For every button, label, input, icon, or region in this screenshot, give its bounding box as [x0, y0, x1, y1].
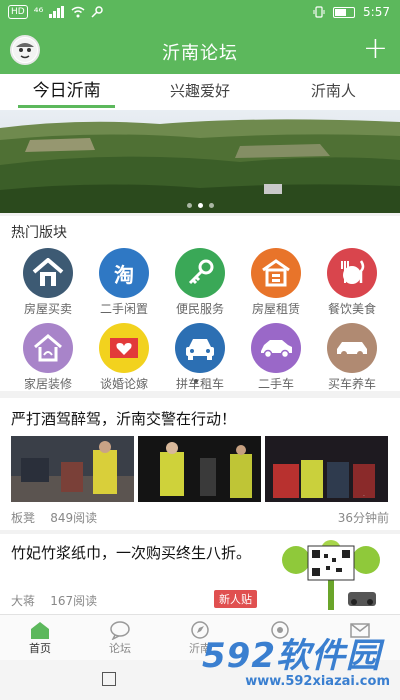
recent-apps-icon[interactable]	[102, 672, 116, 686]
nav-label: 论坛	[109, 642, 131, 655]
post-author: 板凳	[11, 511, 36, 525]
tao-icon: 淘	[99, 248, 149, 298]
post-photo: ·	[265, 436, 388, 502]
post-thumbnail	[276, 540, 386, 610]
sections-pager	[0, 379, 400, 383]
post-views: 167阅读	[50, 594, 98, 608]
section-label: 家居装修	[23, 377, 72, 391]
wifi-icon	[71, 6, 85, 18]
section-label: 二手闲置	[99, 302, 148, 316]
banner-dots	[0, 203, 400, 208]
car-care-icon	[327, 323, 377, 373]
section-label: 买车养车	[327, 377, 376, 391]
banner-dot	[186, 203, 192, 208]
status-left: HD ⁴⁶	[8, 5, 104, 19]
section-label: 餐饮美食	[327, 302, 376, 316]
home-icon	[31, 622, 49, 639]
new-post-badge: 新人贴	[214, 590, 257, 608]
app-title: 沂南论坛	[162, 43, 238, 64]
post-photo	[138, 436, 261, 502]
banner-landscape-image	[0, 110, 400, 213]
key-status-icon	[91, 6, 104, 18]
pager-dot-active	[193, 379, 198, 383]
status-right: 5:57	[313, 5, 390, 19]
section-house-sale[interactable]: 房屋买卖	[10, 248, 86, 317]
car-front-icon	[175, 323, 225, 373]
top-tabs: 今日沂南 兴趣爱好 沂南人	[0, 74, 400, 110]
hot-sections: 热门版块 房屋买卖 淘 二手闲置 便民服务 房屋租赁 餐饮美食 家居装修 谈婚论…	[0, 216, 400, 391]
watermark: 592软件园 www.592xiazai.com	[198, 628, 398, 698]
hd-badge: HD	[8, 5, 28, 19]
wedding-icon	[99, 323, 149, 373]
section-rental[interactable]: 房屋租赁	[238, 248, 314, 317]
watermark-logo: 592软件园	[202, 636, 381, 676]
pager-dot	[202, 379, 207, 383]
status-bar: HD ⁴⁶ 5:57	[0, 0, 400, 26]
post-title: 严打酒驾醉驾，沂南交警在行动！	[11, 410, 237, 428]
home-decor-icon	[23, 323, 73, 373]
tab-yinan-people[interactable]: 沂南人	[267, 74, 400, 110]
dining-icon	[327, 248, 377, 298]
plus-icon[interactable]: +	[363, 32, 388, 66]
section-dining[interactable]: 餐饮美食	[314, 248, 390, 317]
section-label: 拼车租车	[175, 377, 224, 391]
section-second-hand[interactable]: 淘 二手闲置	[86, 248, 162, 317]
banner-carousel[interactable]	[0, 110, 400, 213]
house-rent-icon	[251, 248, 301, 298]
network-badge: ⁴⁶	[33, 5, 44, 19]
tab-today-yinan[interactable]: 今日沂南	[0, 74, 133, 110]
battery-icon	[333, 6, 356, 18]
post-views: 849阅读	[50, 511, 98, 525]
post-photos: ·	[11, 436, 388, 502]
chat-bubble-icon	[110, 621, 130, 640]
post-meta: 大蒋 167阅读	[11, 592, 97, 609]
post-item[interactable]: 竹妃竹浆纸巾，一次购买终生八折。 大蒋 167阅读 新人贴	[0, 534, 400, 614]
house-icon	[23, 248, 73, 298]
svg-text:·: ·	[363, 493, 365, 500]
section-services[interactable]: 便民服务	[162, 248, 238, 317]
section-label: 便民服务	[175, 302, 224, 316]
post-time: 36分钟前	[337, 511, 389, 525]
nav-forum[interactable]: 论坛	[80, 615, 160, 660]
hot-sections-grid: 房屋买卖 淘 二手闲置 便民服务 房屋租赁 餐饮美食 家居装修 谈婚论嫁 拼车租…	[10, 248, 390, 392]
app-bar: 沂南论坛 +	[0, 26, 400, 74]
signal-icon	[49, 6, 65, 18]
post-item[interactable]: 严打酒驾醉驾，沂南交警在行动！ · 板凳 849阅读 36分钟前	[0, 398, 400, 530]
section-label: 二手车	[257, 377, 294, 391]
post-photo	[11, 436, 134, 502]
hot-sections-title: 热门版块	[11, 225, 67, 241]
car-side-icon	[251, 323, 301, 373]
key-icon	[175, 248, 225, 298]
status-time: 5:57	[363, 5, 390, 19]
tab-interests[interactable]: 兴趣爱好	[133, 74, 266, 110]
watermark-url: www.592xiazai.com	[245, 674, 390, 689]
section-label: 房屋买卖	[23, 302, 72, 316]
banner-dot	[208, 203, 214, 208]
post-author: 大蒋	[11, 594, 36, 608]
vibrate-icon	[313, 6, 325, 18]
post-meta: 板凳 849阅读 36分钟前	[11, 509, 389, 526]
post-title: 竹妃竹浆纸巾，一次购买终生八折。	[11, 544, 252, 562]
banner-dot-active	[197, 203, 203, 208]
nav-home[interactable]: 首页	[0, 615, 80, 660]
nav-label: 首页	[29, 642, 51, 655]
section-label: 谈婚论嫁	[99, 377, 148, 391]
section-label: 房屋租赁	[251, 302, 300, 316]
